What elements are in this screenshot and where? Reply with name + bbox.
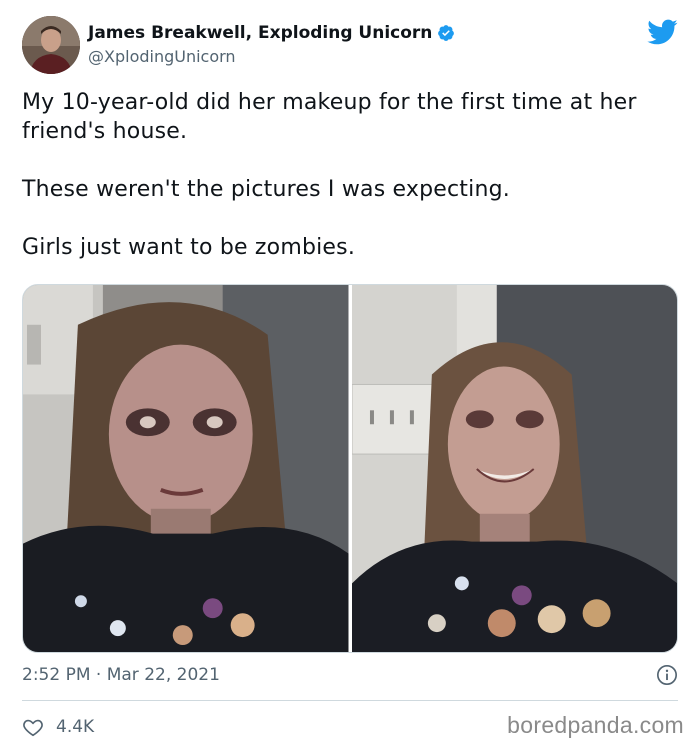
- tweet-timestamp[interactable]: 2:52 PM · Mar 22, 2021: [22, 665, 220, 685]
- info-icon[interactable]: [656, 664, 678, 686]
- tweet-actions: 4.4K boredpanda.com: [22, 712, 684, 742]
- heart-icon: [22, 716, 44, 738]
- tweet-photo-right[interactable]: [351, 285, 677, 652]
- tweet-photo-left[interactable]: [23, 285, 349, 652]
- author-name[interactable]: James Breakwell, Exploding Unicorn: [88, 23, 432, 43]
- avatar[interactable]: [22, 16, 80, 74]
- tweet-paragraph: My 10-year-old did her makeup for the fi…: [22, 90, 637, 144]
- twitter-bird-icon[interactable]: [646, 18, 678, 46]
- watermark: boredpanda.com: [507, 712, 684, 738]
- tweet-card: James Breakwell, Exploding Unicorn @Xplo…: [0, 0, 700, 755]
- like-button[interactable]: 4.4K: [22, 716, 94, 738]
- tweet-paragraph: Girls just want to be zombies.: [22, 235, 356, 260]
- divider: [22, 700, 678, 701]
- like-count: 4.4K: [56, 717, 95, 737]
- verified-badge-icon: [437, 24, 455, 42]
- tweet-timestamp-row: 2:52 PM · Mar 22, 2021: [22, 662, 678, 688]
- tweet-text: My 10-year-old did her makeup for the fi…: [22, 88, 662, 262]
- tweet-paragraph: These weren't the pictures I was expecti…: [22, 177, 510, 202]
- tweet-header: James Breakwell, Exploding Unicorn @Xplo…: [22, 16, 680, 74]
- author-name-row: James Breakwell, Exploding Unicorn: [88, 21, 455, 45]
- author-info: James Breakwell, Exploding Unicorn @Xplo…: [88, 21, 455, 66]
- tweet-media: [22, 284, 678, 653]
- author-handle[interactable]: @XplodingUnicorn: [88, 47, 455, 66]
